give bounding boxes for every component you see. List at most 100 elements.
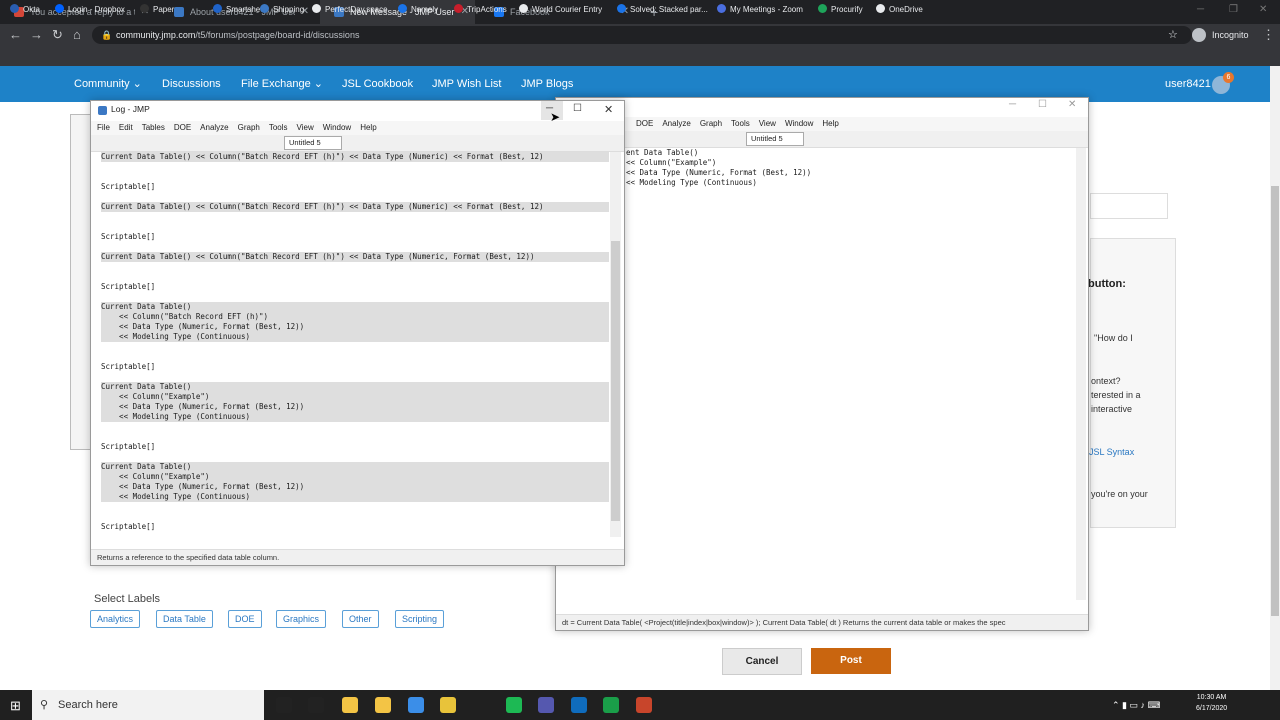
- log-line: << Modeling Type (Continuous): [101, 332, 609, 342]
- forward-icon[interactable]: →: [30, 24, 43, 46]
- bookmark-item[interactable]: Paper: [140, 0, 174, 20]
- log-statusbar: Returns a reference to the specified dat…: [91, 549, 624, 565]
- bookmark-item[interactable]: OneDrive: [876, 0, 923, 20]
- script-menu-item[interactable]: Help: [822, 119, 838, 128]
- bookmark-icon: [617, 4, 626, 13]
- username[interactable]: user8421: [1165, 66, 1211, 102]
- jmp-taskbar-icon[interactable]: [603, 697, 619, 713]
- community-nav-item[interactable]: JSL Cookbook: [342, 66, 413, 102]
- bookmark-item[interactable]: Okta: [10, 0, 40, 20]
- log-line: Scriptable[]: [101, 522, 156, 531]
- home-icon[interactable]: ⌂: [73, 24, 81, 46]
- script-doc-dropdown[interactable]: Untitled 5: [746, 132, 804, 146]
- log-menu-item[interactable]: Window: [323, 123, 351, 132]
- star-icon[interactable]: ☆: [1168, 26, 1178, 44]
- page-scrollbar-thumb[interactable]: [1271, 186, 1279, 616]
- script-maximize-icon[interactable]: ☐: [1038, 99, 1047, 110]
- restore-icon[interactable]: ❐: [1229, 0, 1238, 20]
- spotify-icon[interactable]: [506, 697, 522, 713]
- log-content[interactable]: Current Data Table() << Column("Batch Re…: [101, 152, 609, 532]
- label-option[interactable]: Data Table: [156, 610, 213, 628]
- bookmark-item[interactable]: Login - Dropbox: [55, 0, 125, 20]
- file-explorer-icon[interactable]: [342, 697, 358, 713]
- script-menu-item[interactable]: Window: [785, 119, 813, 128]
- minimize-icon[interactable]: ─: [1197, 0, 1204, 20]
- outlook-icon[interactable]: [571, 697, 587, 713]
- log-line: << Column("Batch Record EFT (h)"): [101, 312, 609, 322]
- log-menu-item[interactable]: File: [97, 123, 110, 132]
- script-menu-item[interactable]: View: [759, 119, 776, 128]
- log-menu-item[interactable]: Graph: [238, 123, 260, 132]
- cancel-button[interactable]: Cancel: [722, 648, 802, 675]
- log-menu-item[interactable]: DOE: [174, 123, 191, 132]
- cortana-icon[interactable]: [276, 697, 292, 713]
- log-doc-dropdown[interactable]: Untitled 5: [284, 136, 342, 150]
- menu-icon[interactable]: ⋮: [1262, 24, 1275, 46]
- log-line: << Modeling Type (Continuous): [101, 412, 609, 422]
- label-option[interactable]: DOE: [228, 610, 262, 628]
- bookmark-item[interactable]: Shipping: [260, 0, 304, 20]
- log-menu-item[interactable]: View: [297, 123, 314, 132]
- label-option[interactable]: Analytics: [90, 610, 141, 628]
- log-menu-item[interactable]: Help: [360, 123, 376, 132]
- page-input-box[interactable]: [1090, 193, 1168, 219]
- bookmark-item[interactable]: My Meetings - Zoom: [717, 0, 803, 20]
- close-window-icon[interactable]: ✕: [1259, 0, 1267, 20]
- script-scrollbar[interactable]: [1076, 148, 1086, 600]
- task-view-icon[interactable]: [308, 697, 324, 713]
- teams-icon[interactable]: [538, 697, 554, 713]
- store-icon[interactable]: [375, 697, 391, 713]
- script-menu-item[interactable]: Graph: [700, 119, 722, 128]
- incognito-label[interactable]: Incognito: [1212, 26, 1249, 44]
- label-option[interactable]: Other: [342, 610, 379, 628]
- bookmark-item[interactable]: Solved: Stacked par...: [617, 0, 708, 20]
- log-scrollbar-thumb[interactable]: [611, 241, 620, 521]
- log-menu-item[interactable]: Analyze: [200, 123, 228, 132]
- community-nav-item[interactable]: Community ⌄: [74, 66, 142, 102]
- taskbar-search[interactable]: Search here: [32, 690, 264, 720]
- log-line: Scriptable[]: [101, 282, 156, 291]
- label-option[interactable]: Scripting: [395, 610, 445, 628]
- bookmark-label: Shipping: [273, 5, 305, 14]
- bookmark-icon: [717, 4, 726, 13]
- snip-icon[interactable]: [408, 697, 424, 713]
- community-nav-item[interactable]: File Exchange ⌄: [241, 66, 323, 102]
- log-maximize-icon[interactable]: ☐: [573, 103, 582, 114]
- windows-start-icon[interactable]: ⊞: [10, 698, 21, 714]
- bookmark-item[interactable]: Procurify: [818, 0, 863, 20]
- bookmark-item[interactable]: PerfectDay.space: [312, 0, 388, 20]
- back-icon[interactable]: ←: [9, 24, 22, 46]
- log-line: << Data Type (Numeric, Format (Best, 12)…: [101, 402, 609, 412]
- post-button[interactable]: Post: [811, 648, 891, 674]
- community-nav-item[interactable]: JMP Wish List: [432, 66, 501, 102]
- script-menu-item[interactable]: DOE: [636, 119, 653, 128]
- clock[interactable]: 10:30 AM 6/17/2020: [1196, 692, 1227, 714]
- log-menu-item[interactable]: Edit: [119, 123, 133, 132]
- jsl-syntax-link[interactable]: JSL Syntax: [1089, 447, 1134, 457]
- script-minimize-icon[interactable]: ─: [1009, 99, 1016, 110]
- url-text[interactable]: community.jmp.com/t5/forums/postpage/boa…: [116, 26, 359, 44]
- bookmark-item[interactable]: TripActions: [454, 0, 507, 20]
- powerpoint-icon[interactable]: [636, 697, 652, 713]
- reload-icon[interactable]: ↻: [52, 24, 63, 46]
- bookmark-item[interactable]: Smartsheet: [213, 0, 267, 20]
- bookmark-item[interactable]: World Courier Entry: [519, 0, 602, 20]
- script-menu-item[interactable]: Tools: [731, 119, 750, 128]
- tray-icons[interactable]: ⌃ ▮ ▭ ♪ ⌨: [1112, 700, 1161, 711]
- log-menu-item[interactable]: Tables: [142, 123, 165, 132]
- script-close-icon[interactable]: ✕: [1068, 99, 1076, 110]
- script-editor[interactable]: ent Data Table() << Column("Example") << D…: [556, 148, 1076, 600]
- bookmark-label: Login - Dropbox: [68, 5, 125, 14]
- community-nav-item[interactable]: Discussions: [162, 66, 221, 102]
- bookmark-item[interactable]: Namely: [398, 0, 438, 20]
- log-menu-item[interactable]: Tools: [269, 123, 288, 132]
- help-text-1: "How do I: [1094, 333, 1133, 343]
- log-close-icon[interactable]: ✕: [604, 103, 613, 116]
- chrome-icon[interactable]: [440, 697, 456, 713]
- script-menu-item[interactable]: Analyze: [662, 119, 690, 128]
- label-option[interactable]: Graphics: [276, 610, 327, 628]
- help-text-4: interactive: [1091, 404, 1133, 414]
